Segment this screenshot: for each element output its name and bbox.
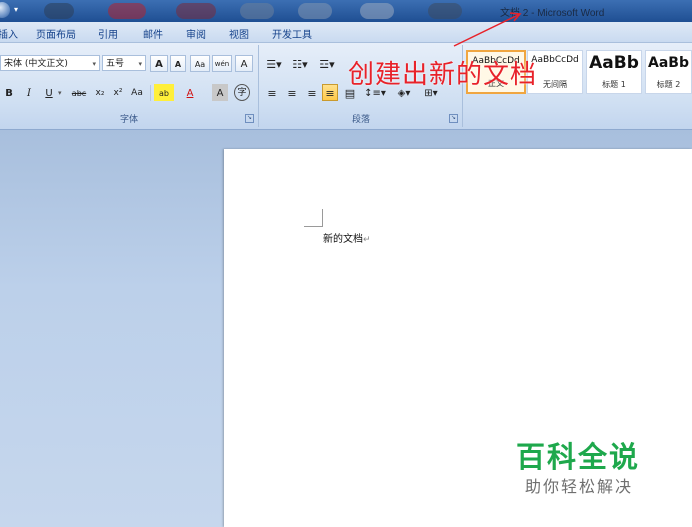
strikethrough-button[interactable]: abc [68, 84, 90, 101]
change-case-button[interactable]: Aa [128, 84, 146, 101]
numbering-icon[interactable]: ☷▾ [288, 55, 312, 72]
dialog-launcher-icon[interactable]: ↘ [245, 114, 254, 123]
document-text[interactable]: 新的文档↵ [323, 230, 371, 245]
watermark-subtitle: 助你轻松解决 [525, 477, 634, 496]
shrink-font-button[interactable]: A [170, 55, 186, 72]
style-heading-1[interactable]: AaBb 标题 1 [586, 50, 642, 94]
font-size-select[interactable]: 五号 ▾ [102, 55, 146, 71]
margin-mark [304, 226, 323, 227]
font-color-button[interactable]: A [182, 84, 198, 101]
font-name-value: 宋体 (中文正文) [4, 59, 68, 69]
style-sample: AaBb [589, 53, 639, 73]
character-border-button[interactable]: A [235, 55, 253, 72]
grow-font-button[interactable]: A [150, 55, 168, 72]
character-shading-button[interactable]: A [212, 84, 228, 101]
document-text-content: 新的文档 [323, 234, 363, 245]
chevron-down-icon: ▾ [92, 60, 96, 68]
underline-button[interactable]: U [42, 84, 56, 101]
title-bar: ▾ 文档 2 - Microsoft Word [0, 0, 692, 22]
superscript-button[interactable]: x² [110, 84, 126, 101]
tab-view[interactable]: 视图 [229, 26, 249, 41]
font-name-select[interactable]: 宋体 (中文正文) ▾ [0, 55, 100, 71]
dialog-launcher-icon[interactable]: ↘ [449, 114, 458, 123]
quick-access-dropdown-icon[interactable]: ▾ [14, 5, 18, 14]
divider [150, 85, 151, 101]
style-name: 标题 2 [656, 80, 681, 89]
tab-page-layout[interactable]: 页面布局 [36, 26, 76, 41]
ribbon: 宋体 (中文正文) ▾ 五号 ▾ A A Aa wén A B I U ▾ ab… [0, 43, 692, 130]
annotation-text: 创建出新的文档 [348, 60, 538, 90]
taskbar-app-icon [298, 3, 332, 19]
highlight-button[interactable]: ab [154, 84, 174, 101]
margin-mark [322, 209, 323, 227]
taskbar-app-icon [44, 3, 74, 19]
multilevel-list-icon[interactable]: ☲▾ [314, 55, 340, 72]
taskbar-app-icon [176, 3, 216, 19]
phonetic-guide-button[interactable]: wén [212, 55, 232, 72]
paragraph-mark: ↵ [363, 235, 371, 245]
ribbon-tabs: 插入 页面布局 引用 邮件 审阅 视图 开发工具 [0, 22, 692, 43]
align-right-icon[interactable]: ≡ [304, 84, 320, 101]
tab-developer[interactable]: 开发工具 [272, 26, 312, 41]
taskbar-app-icon [240, 3, 274, 19]
clear-format-button[interactable]: Aa [190, 55, 210, 72]
tab-references[interactable]: 引用 [98, 26, 118, 41]
paragraph-group-label: 段落 [351, 115, 370, 125]
align-center-icon[interactable]: ≡ [284, 84, 300, 101]
office-button[interactable] [0, 2, 10, 18]
style-sample: AaBb [648, 55, 689, 71]
italic-button[interactable]: I [22, 84, 36, 101]
bullets-icon[interactable]: ☰▾ [262, 55, 286, 72]
taskbar-app-icon [360, 3, 394, 19]
tab-insert[interactable]: 插入 [0, 26, 18, 41]
watermark-title: 百科全说 [516, 440, 641, 474]
font-size-value: 五号 [106, 59, 125, 69]
font-group-label: 字体 [119, 115, 138, 125]
taskbar-app-icon [108, 3, 146, 19]
chevron-down-icon: ▾ [138, 60, 142, 68]
enclose-characters-button[interactable]: 字 [234, 84, 250, 101]
font-group: 宋体 (中文正文) ▾ 五号 ▾ A A Aa wén A B I U ▾ ab… [0, 45, 259, 127]
justify-icon[interactable]: ≡ [322, 84, 338, 101]
align-left-icon[interactable]: ≡ [264, 84, 280, 101]
tab-mailings[interactable]: 邮件 [143, 26, 163, 41]
annotation-arrow [453, 12, 522, 47]
style-heading-2[interactable]: AaBb 标题 2 [645, 50, 692, 94]
tab-review[interactable]: 审阅 [186, 26, 206, 41]
style-name: 标题 1 [602, 80, 626, 89]
bold-button[interactable]: B [2, 84, 16, 101]
subscript-button[interactable]: x₂ [92, 84, 108, 101]
